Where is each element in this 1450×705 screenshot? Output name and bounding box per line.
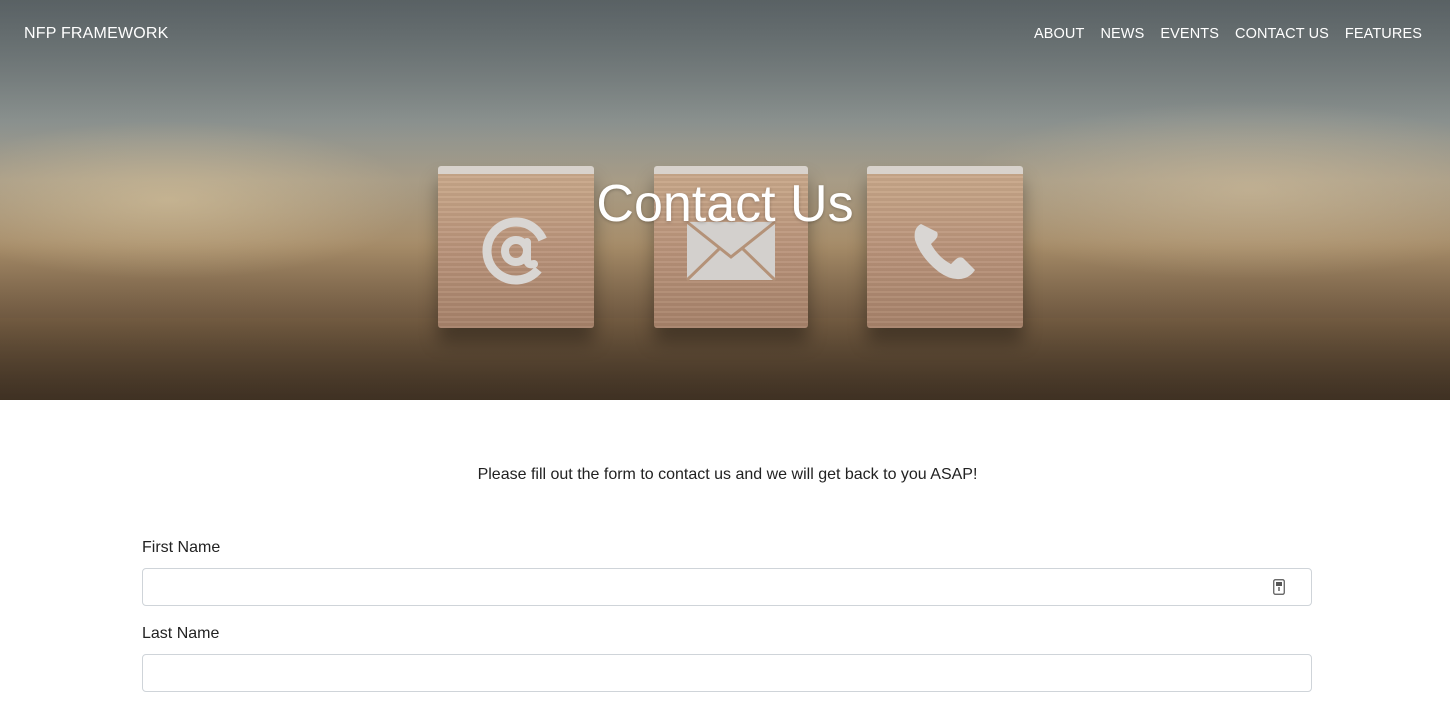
nav-link-events[interactable]: EVENTS: [1160, 26, 1219, 42]
contact-card-autofill-icon[interactable]: [1273, 579, 1285, 595]
first-name-label: First Name: [142, 539, 221, 556]
nav-link-features[interactable]: FEATURES: [1345, 26, 1422, 42]
brand-logo-link[interactable]: NFP FRAMEWORK: [24, 25, 169, 43]
last-name-input[interactable]: [142, 654, 1312, 692]
nav-link-contact-us[interactable]: CONTACT US: [1235, 26, 1329, 42]
first-name-input[interactable]: [142, 568, 1312, 606]
nav-link-about[interactable]: ABOUT: [1034, 26, 1084, 42]
top-navbar: NFP FRAMEWORK ABOUT NEWS EVENTS CONTACT …: [0, 0, 1450, 68]
hero-banner: NFP FRAMEWORK ABOUT NEWS EVENTS CONTACT …: [0, 0, 1450, 400]
hero-table-surface: [0, 318, 1450, 400]
last-name-label: Last Name: [142, 625, 220, 642]
nav-links: ABOUT NEWS EVENTS CONTACT US FEATURES: [1034, 26, 1422, 42]
nav-link-news[interactable]: NEWS: [1100, 26, 1144, 42]
page-title: Contact Us: [596, 175, 854, 233]
form-intro-text: Please fill out the form to contact us a…: [477, 466, 978, 483]
